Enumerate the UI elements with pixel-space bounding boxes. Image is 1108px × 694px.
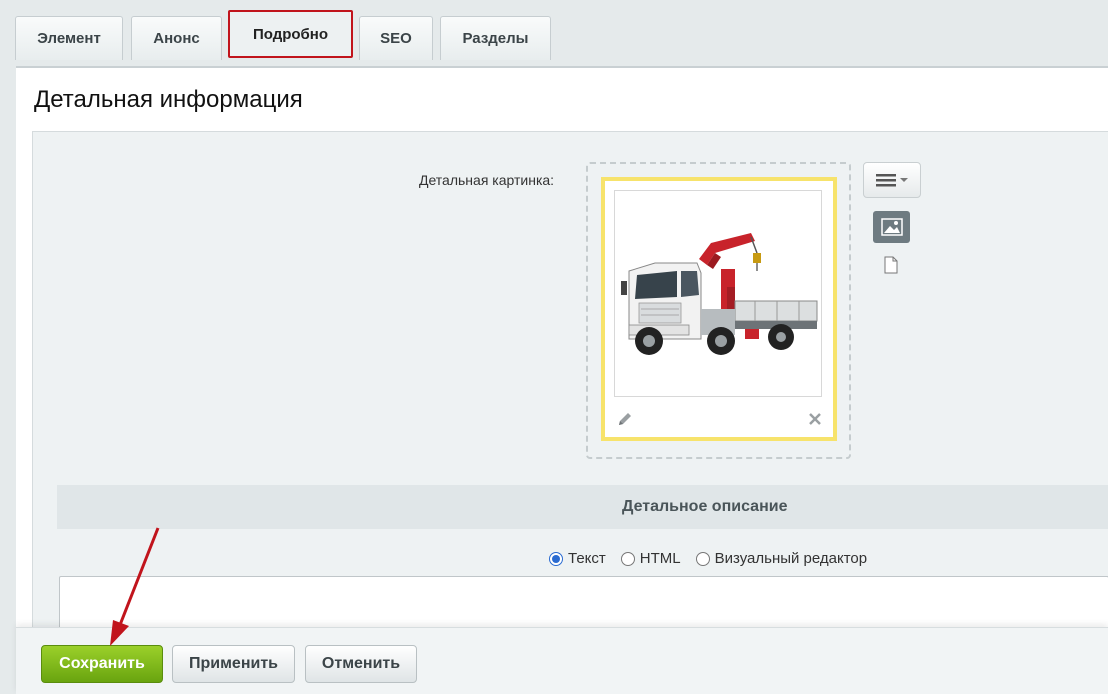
apply-button[interactable]: Применить xyxy=(172,645,295,683)
picture-frame xyxy=(601,177,837,441)
tab-element[interactable]: Элемент xyxy=(15,16,123,60)
delete-picture-button[interactable] xyxy=(805,409,825,429)
image-icon xyxy=(880,218,903,236)
editor-mode-text-label: Текст xyxy=(568,550,606,567)
page-title: Детальная информация xyxy=(34,86,303,113)
editor-mode-html-label: HTML xyxy=(639,550,681,567)
image-mode-button[interactable] xyxy=(873,211,910,243)
file-icon xyxy=(884,256,898,274)
radio-visual[interactable] xyxy=(695,551,710,566)
tab-announce[interactable]: Анонс xyxy=(131,16,222,60)
save-button[interactable]: Сохранить xyxy=(41,645,163,683)
hamburger-menu-icon xyxy=(876,174,908,187)
tab-sections[interactable]: Разделы xyxy=(440,16,551,60)
details-panel: Детальная информация Детальная картинка: xyxy=(16,66,1108,694)
crane-truck-image xyxy=(621,233,818,355)
editor-mode-switch: Текст HTML Визуальный редактор xyxy=(549,550,882,567)
radio-text[interactable] xyxy=(549,551,563,566)
picture-label: Детальная картинка: xyxy=(419,172,555,188)
description-header: Детальное описание xyxy=(57,485,1108,529)
editor-mode-visual-label: Визуальный редактор xyxy=(714,550,868,567)
picture-preview[interactable] xyxy=(614,190,822,397)
picture-dropzone[interactable] xyxy=(586,162,851,459)
radio-html[interactable] xyxy=(620,551,635,566)
description-title: Детальное описание xyxy=(622,498,788,515)
editor-mode-visual[interactable]: Визуальный редактор xyxy=(695,550,868,567)
file-mode-button[interactable] xyxy=(882,255,900,275)
edit-picture-button[interactable] xyxy=(615,409,635,429)
picture-menu-button[interactable] xyxy=(863,162,921,198)
editor-mode-text[interactable]: Текст xyxy=(549,550,606,567)
close-icon xyxy=(809,413,821,425)
action-bar: Сохранить Применить Отменить xyxy=(16,627,1108,694)
detail-form: Детальная картинка: Детальное описание Т… xyxy=(32,131,1108,694)
tab-seo[interactable]: SEO xyxy=(359,16,433,60)
cancel-button[interactable]: Отменить xyxy=(305,645,417,683)
tab-bar: Элемент Анонс Подробно SEO Разделы xyxy=(0,0,1108,66)
tab-details[interactable]: Подробно xyxy=(228,10,353,58)
editor-mode-html[interactable]: HTML xyxy=(620,550,681,567)
pencil-icon xyxy=(619,413,631,425)
